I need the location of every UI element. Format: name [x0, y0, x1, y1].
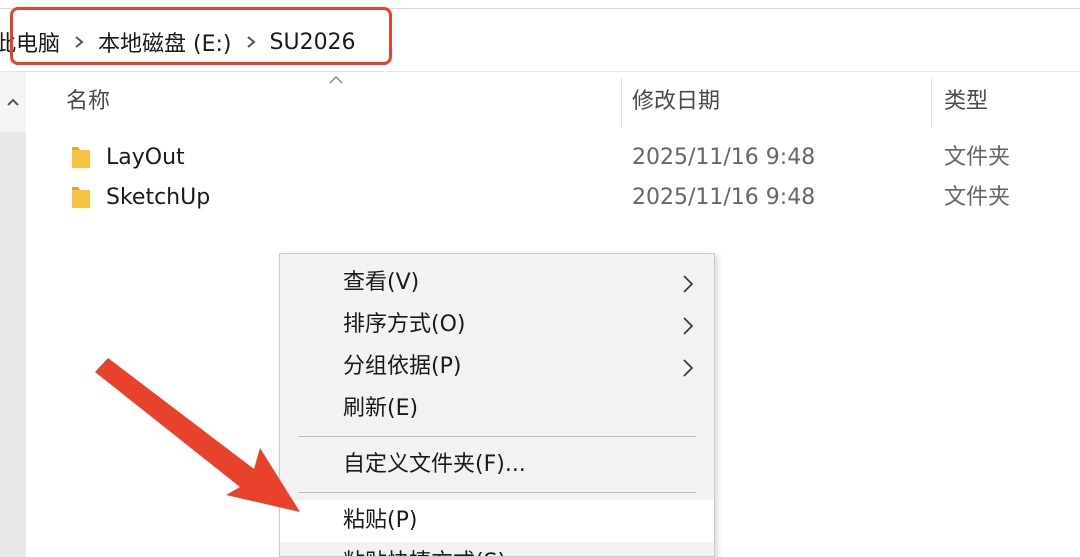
column-type[interactable]: 类型 — [944, 72, 988, 132]
column-name[interactable]: 名称 — [66, 72, 110, 132]
menu-item-group-by[interactable]: 分组依据(P) — [280, 346, 714, 388]
column-date-modified[interactable]: 修改日期 — [632, 72, 720, 132]
menu-item-view[interactable]: 查看(V) — [280, 262, 714, 304]
submenu-arrow-icon — [683, 275, 694, 293]
menu-item-label: 排序方式(O) — [343, 312, 466, 337]
file-row[interactable]: SketchUp 2025/11/16 9:48 文件夹 — [26, 178, 1080, 218]
context-menu: 查看(V) 排序方式(O) 分组依据(P) 刷新(E) 自定义文件夹(F)...… — [279, 253, 715, 557]
menu-item-label: 查看(V) — [343, 270, 420, 295]
file-type: 文件夹 — [944, 145, 1011, 170]
file-name: LayOut — [106, 145, 185, 170]
menu-item-customize-folder[interactable]: 自定义文件夹(F)... — [280, 444, 714, 486]
file-name: SketchUp — [106, 185, 211, 210]
scroll-up-icon[interactable] — [0, 72, 26, 132]
menu-item-label: 粘贴(P) — [343, 508, 418, 533]
navigation-pane-scrollbar[interactable] — [0, 72, 26, 557]
menu-separator — [298, 492, 696, 493]
annotation-highlight-box — [10, 7, 392, 65]
menu-item-sort-by[interactable]: 排序方式(O) — [280, 304, 714, 346]
folder-icon — [72, 147, 90, 168]
menu-item-label: 粘贴快捷方式(S) — [343, 542, 506, 556]
file-date-modified: 2025/11/16 9:48 — [632, 185, 816, 210]
file-type: 文件夹 — [944, 185, 1011, 210]
column-divider[interactable] — [621, 78, 622, 128]
menu-item-label: 刷新(E) — [343, 396, 419, 421]
menu-item-label: 自定义文件夹(F)... — [343, 452, 526, 477]
file-date-modified: 2025/11/16 9:48 — [632, 145, 816, 170]
sort-ascending-icon — [329, 75, 343, 84]
submenu-arrow-icon — [683, 359, 694, 377]
address-bar[interactable]: 此电脑 本地磁盘 (E:) SU2026 — [0, 0, 1080, 72]
menu-item-label: 分组依据(P) — [343, 354, 462, 379]
folder-icon — [72, 187, 90, 208]
menu-item-refresh[interactable]: 刷新(E) — [280, 388, 714, 430]
menu-item-paste-shortcut[interactable]: 粘贴快捷方式(S) — [280, 542, 714, 556]
menu-item-paste[interactable]: 粘贴(P) — [280, 500, 714, 542]
column-divider[interactable] — [931, 78, 932, 128]
menu-separator — [298, 436, 696, 437]
column-header: 名称 修改日期 类型 — [26, 72, 1080, 132]
file-row[interactable]: LayOut 2025/11/16 9:48 文件夹 — [26, 138, 1080, 178]
submenu-arrow-icon — [683, 317, 694, 335]
